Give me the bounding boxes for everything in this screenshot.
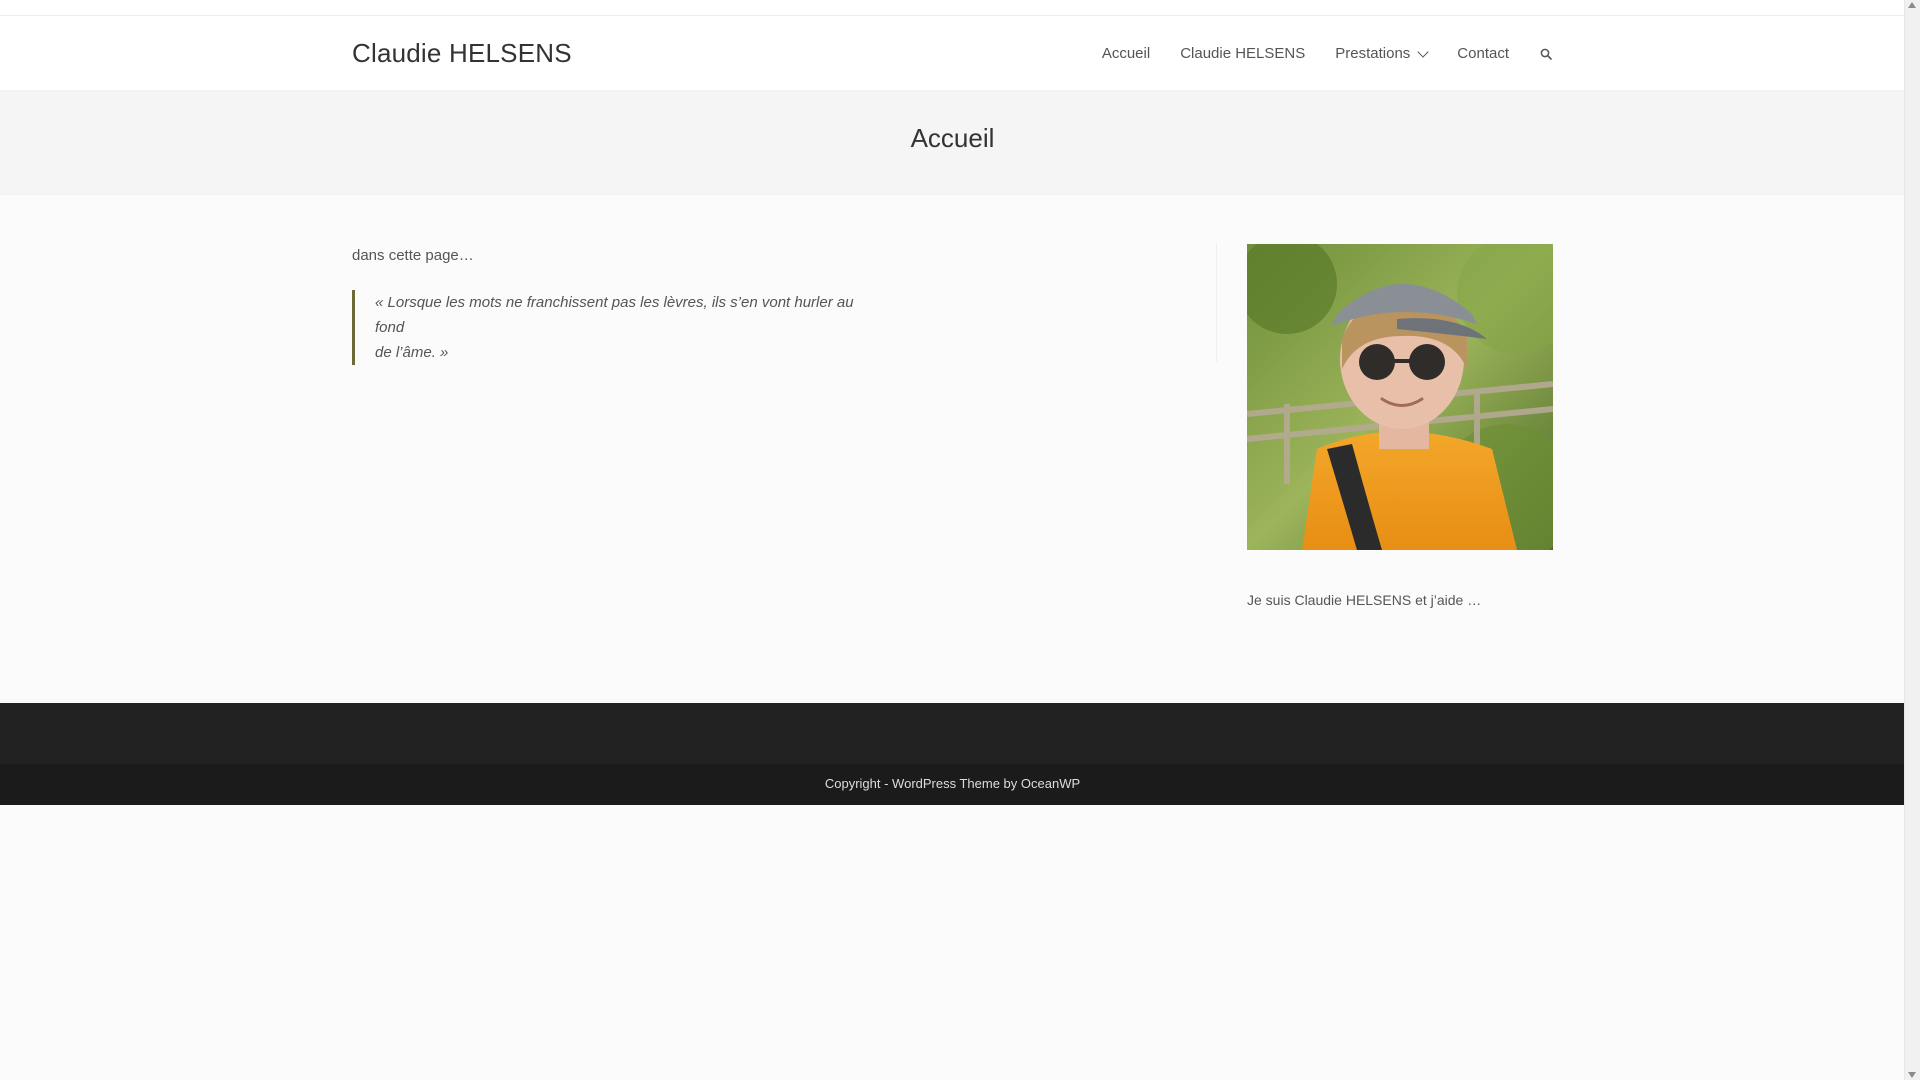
profile-photo-illustration [1247, 244, 1553, 550]
top-bar [0, 0, 1905, 16]
copyright-text: Copyright - WordPress Theme by OceanWP [824, 776, 1081, 791]
vertical-scrollbar[interactable] [1904, 0, 1920, 1080]
search-icon [1540, 48, 1552, 60]
nav-item-claudie-helsens[interactable]: Claudie HELSENS [1180, 45, 1305, 62]
intro-text: dans cette page… [352, 247, 474, 264]
nav-item-accueil[interactable]: Accueil [1102, 45, 1150, 62]
nav-item-prestations[interactable]: Prestations [1335, 45, 1429, 62]
nav-item-label: Claudie HELSENS [1180, 45, 1306, 62]
nav-item-label: Contact [1457, 45, 1509, 62]
site-title[interactable]: Claudie HELSENS [352, 38, 572, 69]
scroll-down-icon[interactable] [1908, 1072, 1916, 1078]
quote-line: « Lorsque les mots ne franchissent pas l… [375, 294, 854, 336]
page-title: Accueil [910, 123, 995, 153]
quote: « Lorsque les mots ne franchissent pas l… [352, 290, 880, 365]
page: Claudie HELSENS Accueil Claudie HELSENS … [0, 0, 1905, 1080]
footer-bottom: Copyright - WordPress Theme by OceanWP [0, 764, 1905, 805]
search-toggle-button[interactable] [1539, 47, 1553, 61]
nav-item-label: Prestations [1335, 45, 1411, 62]
profile-photo [1247, 244, 1553, 550]
footer-widgets [0, 703, 1905, 764]
sidebar-text: Je suis Claudie HELSENS et j’aide … [1247, 592, 1482, 608]
site-header: Claudie HELSENS Accueil Claudie HELSENS … [0, 16, 1905, 91]
nav-item-contact[interactable]: Contact [1457, 45, 1509, 62]
quote-line: de l’âme. » [375, 344, 449, 361]
main-nav: Accueil Claudie HELSENS Prestations Cont… [1102, 45, 1553, 62]
chevron-down-icon [1417, 45, 1429, 58]
nav-item-label: Accueil [1101, 45, 1151, 62]
page-header: Accueil [0, 91, 1905, 195]
scroll-up-icon[interactable] [1908, 2, 1916, 8]
